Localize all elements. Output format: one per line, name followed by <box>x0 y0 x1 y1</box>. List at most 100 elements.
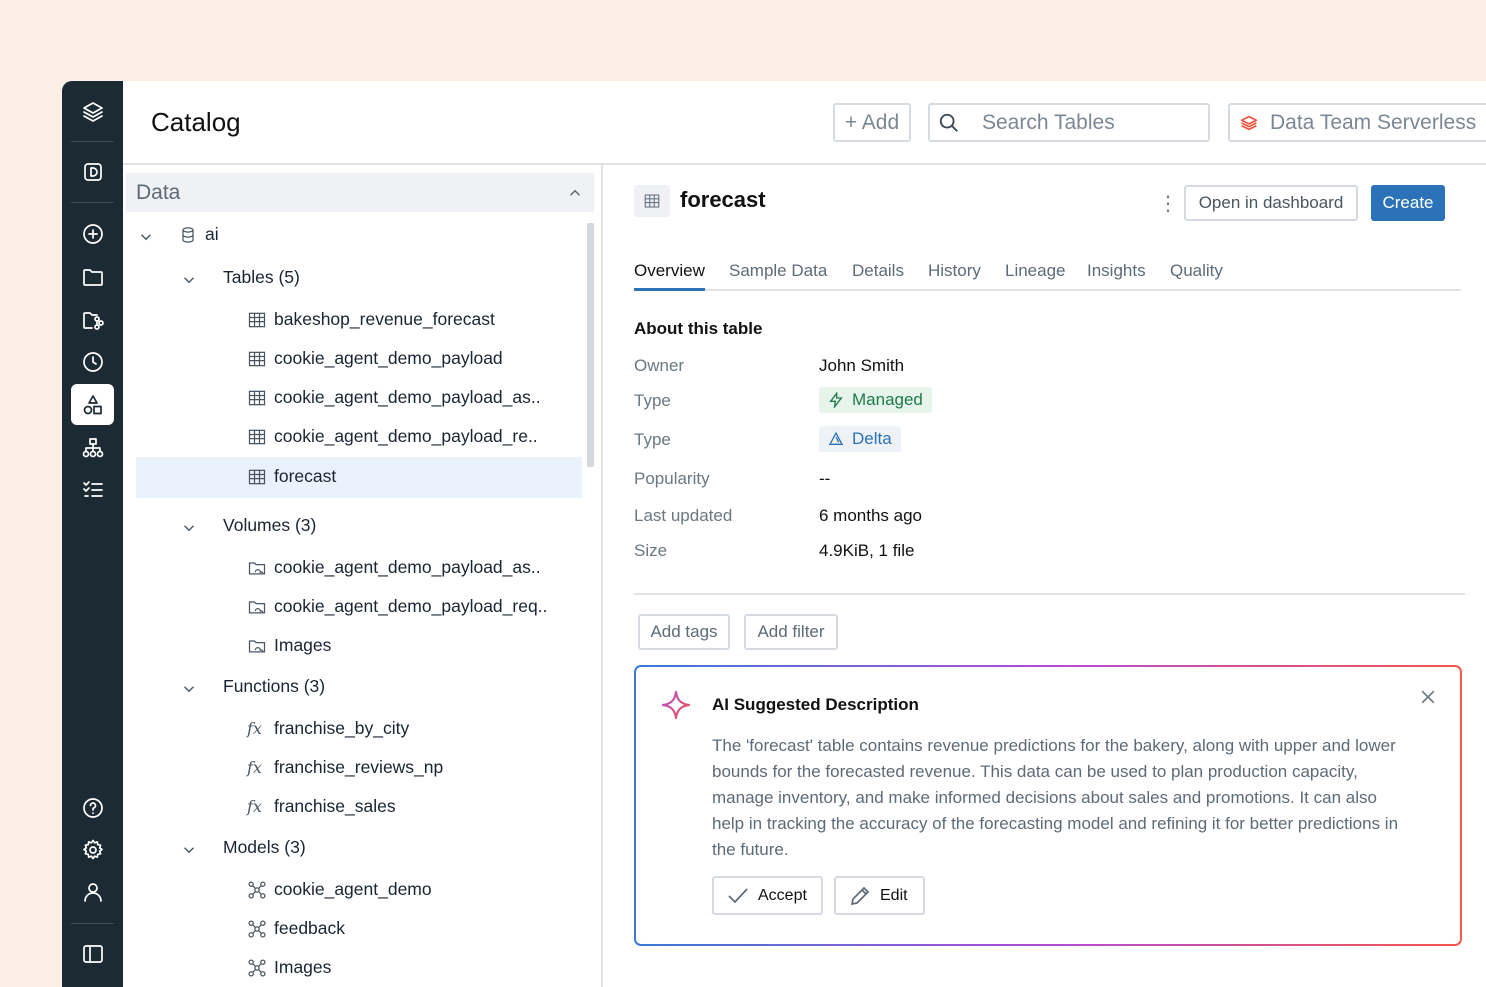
last-updated-label: Last updated <box>634 506 733 525</box>
edit-button[interactable]: Edit <box>834 876 925 915</box>
tree-label: ai <box>205 224 219 244</box>
tree-label: cookie_agent_demo_payload_re.. <box>274 426 538 446</box>
tree-group-tables[interactable]: Tables (5) <box>223 258 300 297</box>
tree-label: cookie_agent_demo_payload <box>274 348 503 368</box>
function-fx-icon: fx <box>247 718 262 738</box>
page-header: Catalog + Add Search Tables Data Team Se… <box>123 81 1486 165</box>
tab-sample-data[interactable]: Sample Data <box>729 261 827 291</box>
tab-lineage[interactable]: Lineage <box>1005 261 1066 291</box>
search-placeholder: Search Tables <box>982 110 1115 134</box>
volume-folder-icon <box>247 597 267 617</box>
managed-badge: Managed <box>819 387 932 413</box>
tree-model-item[interactable]: feedback <box>247 909 345 948</box>
chevron-down-icon[interactable] <box>180 519 198 537</box>
table-icon <box>247 310 267 330</box>
tree-function-item[interactable]: fx franchise_reviews_np <box>247 748 443 787</box>
accept-button[interactable]: Accept <box>712 876 823 915</box>
tree-label: bakeshop_revenue_forecast <box>274 309 495 329</box>
owner-label: Owner <box>634 356 685 375</box>
tree-model-item[interactable]: Images <box>247 948 331 987</box>
ai-card-body: AI Suggested Description The 'forecast' … <box>636 667 1460 944</box>
tasks-list-icon[interactable] <box>71 468 114 509</box>
open-in-dashboard-button[interactable]: Open in dashboard <box>1184 185 1358 221</box>
more-options-icon[interactable]: ⋮ <box>1158 191 1178 216</box>
create-button[interactable]: Create <box>1371 185 1445 221</box>
sparkle-icon <box>661 690 691 720</box>
volume-folder-icon <box>247 636 267 656</box>
search-icon <box>939 113 958 132</box>
model-nodes-icon <box>247 880 267 900</box>
size-label: Size <box>634 541 668 560</box>
add-circle-icon[interactable] <box>71 213 114 254</box>
tab-history[interactable]: History <box>928 261 981 291</box>
help-icon[interactable] <box>71 787 114 828</box>
tree-table-item[interactable]: cookie_agent_demo_payload_as.. <box>247 378 541 417</box>
chevron-down-icon[interactable] <box>180 271 198 289</box>
type-label: Type <box>634 430 671 449</box>
close-icon[interactable] <box>1418 687 1440 709</box>
add-filter-button[interactable]: Add filter <box>744 614 838 650</box>
add-tags-button[interactable]: Add tags <box>638 614 730 650</box>
chevron-down-icon[interactable] <box>180 841 198 859</box>
tree-function-item[interactable]: fx franchise_sales <box>247 787 396 826</box>
tree-model-item[interactable]: cookie_agent_demo <box>247 870 432 909</box>
tree-label: Models (3) <box>223 837 306 857</box>
function-fx-icon: fx <box>247 757 262 777</box>
folder-icon[interactable] <box>71 256 114 297</box>
chevron-down-icon[interactable] <box>180 680 198 698</box>
tree-volume-item[interactable]: cookie_agent_demo_payload_as.. <box>247 548 541 587</box>
accept-label: Accept <box>758 886 807 904</box>
tree-function-item[interactable]: fx franchise_by_city <box>247 709 409 748</box>
table-icon <box>247 427 267 447</box>
tree-table-item[interactable]: bakeshop_revenue_forecast <box>247 300 495 339</box>
model-nodes-icon <box>247 958 267 978</box>
add-button[interactable]: + Add <box>833 103 911 142</box>
search-input[interactable]: Search Tables <box>928 103 1210 142</box>
user-icon[interactable] <box>71 871 114 912</box>
ai-suggestion-card: AI Suggested Description The 'forecast' … <box>634 665 1462 946</box>
tree-catalog-ai[interactable]: ai <box>178 215 219 254</box>
popularity-value: -- <box>819 469 831 488</box>
database-icon <box>178 225 198 245</box>
tree-group-functions[interactable]: Functions (3) <box>223 667 325 706</box>
owner-value: John Smith <box>819 356 905 375</box>
tree-label: Images <box>274 957 332 977</box>
tab-insights[interactable]: Insights <box>1087 261 1146 291</box>
layers-logo-icon[interactable] <box>71 91 114 132</box>
data-section-header[interactable]: Data <box>126 173 594 212</box>
tree-table-item-selected[interactable]: forecast <box>247 457 336 496</box>
tab-quality[interactable]: Quality <box>1170 261 1223 291</box>
tree-group-models[interactable]: Models (3) <box>223 828 306 867</box>
divider <box>634 593 1465 595</box>
tree-group-volumes[interactable]: Volumes (3) <box>223 506 316 545</box>
tree-scrollbar[interactable] <box>585 223 595 799</box>
tree-volume-item[interactable]: cookie_agent_demo_payload_req.. <box>247 587 547 626</box>
type-label: Type <box>634 391 671 410</box>
pencil-icon <box>850 886 870 905</box>
tree-label: Tables (5) <box>223 267 300 287</box>
settings-icon[interactable] <box>71 829 114 870</box>
scrollbar-thumb[interactable] <box>587 223 594 467</box>
check-icon <box>728 887 748 903</box>
model-nodes-icon <box>247 919 267 939</box>
chevron-down-icon[interactable] <box>137 228 155 246</box>
folder-git-icon[interactable] <box>71 299 114 340</box>
tree-table-item[interactable]: cookie_agent_demo_payload <box>247 339 503 378</box>
workspace-select[interactable]: Data Team Serverless <box>1228 103 1486 142</box>
rail-divider <box>71 202 114 203</box>
history-icon[interactable] <box>71 341 114 382</box>
tab-details[interactable]: Details <box>852 261 904 291</box>
sidebar-toggle-icon[interactable] <box>71 933 114 974</box>
tree-volume-item[interactable]: Images <box>247 626 331 665</box>
selected-row-highlight <box>136 457 582 498</box>
tab-overview[interactable]: Overview <box>634 261 705 291</box>
workflows-icon[interactable] <box>71 427 114 468</box>
dashboard-d-icon[interactable] <box>71 151 114 192</box>
tree-table-item[interactable]: cookie_agent_demo_payload_re.. <box>247 417 538 456</box>
catalog-shapes-icon[interactable] <box>71 384 114 425</box>
delta-badge: Delta <box>819 426 901 452</box>
catalog-tree: Data ai Tables (5) bakeshop_revenue_fore… <box>123 165 603 987</box>
tree-label: franchise_sales <box>274 796 396 816</box>
size-value: 4.9KiB, 1 file <box>819 541 915 560</box>
table-icon <box>634 185 670 217</box>
